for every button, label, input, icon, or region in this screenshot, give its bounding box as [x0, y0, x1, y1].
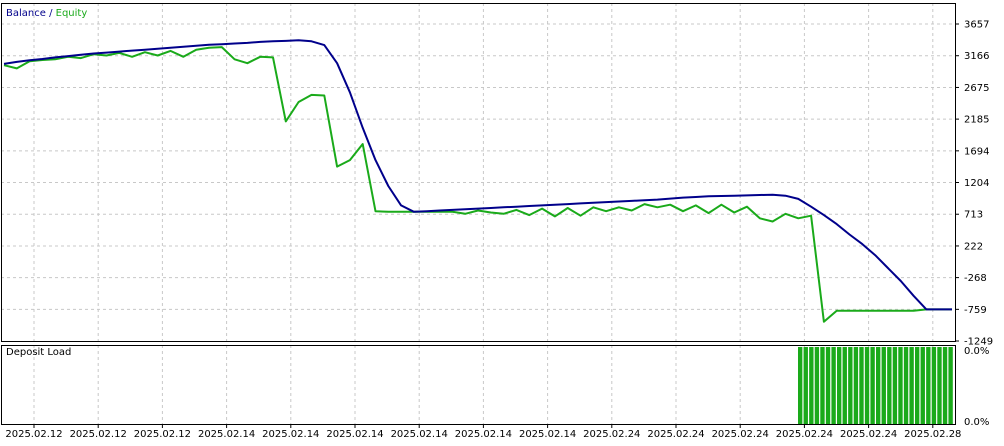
series-lines [3, 39, 952, 323]
deposit-load-bar [803, 347, 808, 424]
deposit-load-bar [887, 347, 892, 424]
series-line-equity [3, 46, 952, 323]
main-panel-frame [1, 3, 956, 342]
x-tick-label: 2025.02.12 [5, 429, 62, 440]
deposit-load-bars [798, 347, 953, 424]
deposit-load-bar [920, 347, 925, 424]
deposit-load-bar [931, 347, 937, 424]
deposit-load-bar [809, 347, 814, 424]
y-tick-label: 3657 [964, 20, 989, 31]
y-tick-label: 2185 [964, 115, 989, 126]
deposit-load-tick-label: 0.0% [964, 417, 989, 428]
deposit-load-bar [820, 347, 825, 424]
x-tick-label: 2025.02.14 [391, 429, 448, 440]
legend-equity: Equity [56, 8, 88, 19]
y-tick-label: 2675 [964, 83, 989, 94]
x-tick-label: 2025.02.24 [647, 429, 704, 440]
deposit-load-grid [33, 345, 934, 424]
deposit-load-title: Deposit Load [6, 347, 71, 358]
chart-svg: 365731662675218516941204713222-268-759-1… [1, 3, 993, 440]
balance-equity-chart: 3657 3166 2675 2185 1694 1204 713 222 -268 -759 -1… [0, 0, 1004, 442]
y-tick-label: 3166 [964, 51, 989, 62]
y-tick-label: 713 [964, 210, 983, 221]
x-tick-label: 2025.02.12 [134, 429, 191, 440]
x-tick-label: 2025.02.24 [840, 429, 897, 440]
deposit-load-bar [909, 347, 914, 424]
deposit-load-bar [870, 347, 875, 424]
legend-balance: Balance [6, 8, 46, 19]
y-tick-label: 222 [964, 241, 983, 252]
deposit-load-bar [798, 347, 803, 424]
x-tick-label: 2025.02.24 [776, 429, 833, 440]
y-tick-label: -759 [964, 305, 987, 316]
deposit-load-bar [864, 347, 870, 424]
x-tick-label: 2025.02.24 [583, 429, 640, 440]
deposit-load-bar [842, 347, 847, 424]
x-tick-label: 2025.02.24 [712, 429, 769, 440]
legend-separator: / [46, 8, 56, 19]
deposit-load-bar [942, 347, 948, 424]
x-tick-label: 2025.02.14 [198, 429, 255, 440]
deposit-load-bar [859, 347, 864, 424]
x-tick-label: 2025.02.14 [519, 429, 576, 440]
deposit-load-bar [881, 347, 886, 424]
x-tick-label: 2025.02.14 [326, 429, 383, 440]
y-tick-labels: 365731662675218516941204713222-268-759-1… [955, 20, 993, 428]
x-tick-label: 2025.02.28 [904, 429, 961, 440]
y-tick-label: 1204 [964, 178, 989, 189]
deposit-load-bar [948, 347, 953, 424]
deposit-load-bar [898, 347, 903, 424]
deposit-load-bar [848, 347, 853, 424]
deposit-load-bar [814, 347, 820, 424]
deposit-load-bar [926, 347, 931, 424]
deposit-load-bar [915, 347, 920, 424]
x-tick-labels: 2025.02.12 2025.02.12 2025.02.12 2025.02.14… [5, 424, 961, 440]
legend: Balance / Equity [6, 8, 87, 19]
main-grid [1, 3, 955, 341]
deposit-load-bar [892, 347, 898, 424]
x-tick-label: 2025.02.14 [262, 429, 319, 440]
deposit-load-bar [837, 347, 842, 424]
x-tick-label: 2025.02.14 [455, 429, 512, 440]
x-tick-label: 2025.02.12 [70, 429, 127, 440]
deposit-load-tick-label: 0.0% [964, 346, 989, 357]
deposit-load-bar [876, 347, 881, 424]
deposit-load-bar [825, 347, 831, 424]
deposit-load-bar [903, 347, 909, 424]
series-line-balance [3, 39, 952, 311]
deposit-load-bar [831, 347, 836, 424]
y-tick-label: 1694 [964, 146, 989, 157]
deposit-load-bar [937, 347, 942, 424]
y-tick-label: -268 [964, 273, 987, 284]
deposit-load-bar [853, 347, 859, 424]
